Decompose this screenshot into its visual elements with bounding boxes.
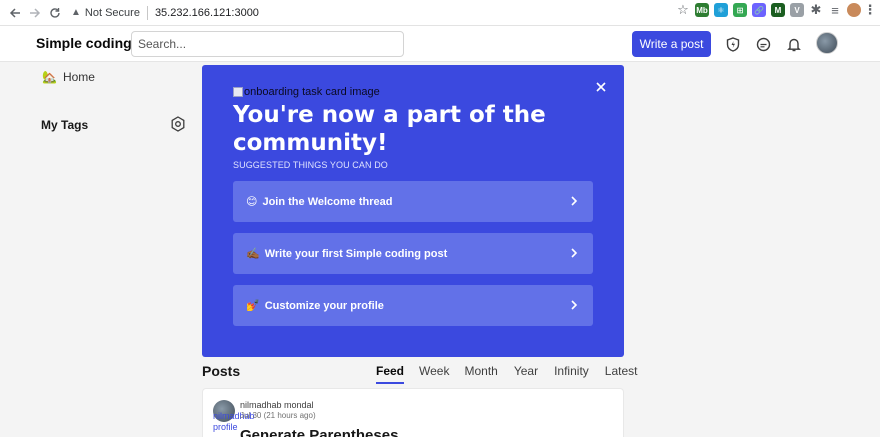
- my-tags-heading: My Tags: [41, 118, 89, 132]
- react-devtools-icon[interactable]: ⚛: [714, 3, 728, 17]
- task-label: Write your first Simple coding post: [264, 247, 448, 260]
- home-icon: 🏡: [42, 70, 57, 84]
- tab-month[interactable]: Month: [464, 364, 497, 384]
- puzzle-extensions-icon[interactable]: ✱: [809, 2, 823, 17]
- sidebar-item-label: Home: [62, 70, 95, 84]
- browser-menu-icon[interactable]: ⋮: [864, 2, 877, 17]
- link-extension-icon[interactable]: 🔗: [752, 3, 766, 17]
- tab-feed[interactable]: Feed: [376, 364, 405, 384]
- nail-polish-emoji-icon: 💅: [246, 300, 260, 312]
- app-header: Simple coding Write a post: [0, 26, 880, 62]
- tab-latest[interactable]: Latest: [605, 364, 638, 384]
- bookmark-star-icon[interactable]: ☆: [676, 2, 690, 17]
- mb-extension-icon[interactable]: Mb: [695, 3, 709, 17]
- notifications-bell-icon[interactable]: [786, 36, 802, 52]
- browser-toolbar: ▲ Not Secure 35.232.166.121:3000 ☆ Mb ⚛ …: [0, 0, 880, 26]
- tab-week[interactable]: Week: [419, 364, 449, 384]
- post-date: Jul 30 (21 hours ago): [240, 411, 316, 420]
- write-post-button[interactable]: Write a post: [632, 31, 711, 57]
- gear-icon[interactable]: [170, 116, 186, 132]
- connect-chat-icon[interactable]: [755, 36, 771, 52]
- brand-logo[interactable]: Simple coding: [36, 35, 132, 51]
- onboarding-image: onboarding task card image: [233, 86, 380, 98]
- writing-hand-emoji-icon: ✍🏾: [246, 248, 260, 260]
- address-divider: [146, 5, 148, 20]
- extensions-bar: ☆ Mb ⚛ ⊞ 🔗 M V ✱ ≡ ⋮: [676, 2, 877, 18]
- onboarding-task-card: onboarding task card image You're now a …: [202, 65, 624, 357]
- task-label: Join the Welcome thread: [262, 195, 393, 208]
- forward-arrow-icon[interactable]: [25, 3, 45, 23]
- search-input[interactable]: [131, 31, 404, 57]
- warning-icon: ▲: [71, 7, 81, 18]
- tab-year[interactable]: Year: [514, 364, 538, 384]
- reading-list-icon[interactable]: ≡: [828, 3, 842, 18]
- back-arrow-icon[interactable]: [5, 3, 25, 23]
- reload-icon[interactable]: [45, 3, 65, 23]
- feed-tabs: Feed Week Month Year Infinity Latest: [376, 364, 637, 384]
- onboarding-title: You're now a part of the community!: [233, 102, 546, 156]
- onboarding-subtitle: SUGGESTED THINGS YOU CAN DO: [233, 160, 388, 170]
- address-bar[interactable]: ▲ Not Secure 35.232.166.121:3000: [71, 3, 259, 23]
- task-customize-profile[interactable]: 💅 Customize your profile: [233, 285, 593, 326]
- chevron-right-icon: [571, 196, 578, 206]
- task-write-first-post[interactable]: ✍🏾 Write your first Simple coding post: [233, 233, 593, 274]
- grid-extension-icon[interactable]: ⊞: [733, 3, 747, 17]
- chevron-right-icon: [571, 248, 578, 258]
- posts-heading: Posts: [202, 363, 241, 379]
- task-label: Customize your profile: [264, 299, 384, 312]
- m-extension-icon[interactable]: M: [771, 3, 785, 17]
- shield-icon[interactable]: [725, 36, 741, 52]
- broken-image-icon: [233, 87, 243, 97]
- user-avatar[interactable]: [816, 32, 838, 54]
- address-text: 35.232.166.121:3000: [154, 6, 259, 19]
- profile-avatar-icon[interactable]: [847, 3, 861, 17]
- v-extension-icon[interactable]: V: [790, 3, 804, 17]
- smile-emoji-icon: 😊: [246, 196, 258, 208]
- post-card[interactable]: nilmadhab profile nilmadhab mondal Jul 3…: [202, 388, 624, 437]
- security-label: Not Secure: [84, 6, 140, 19]
- sidebar-item-home[interactable]: 🏡 Home: [42, 70, 95, 84]
- close-icon[interactable]: [594, 80, 608, 94]
- tab-infinity[interactable]: Infinity: [554, 364, 589, 384]
- task-join-welcome-thread[interactable]: 😊 Join the Welcome thread: [233, 181, 593, 222]
- post-title[interactable]: Generate Parentheses: [240, 427, 398, 437]
- post-author[interactable]: nilmadhab mondal: [240, 400, 314, 410]
- onboarding-image-alt: onboarding task card image: [244, 86, 380, 98]
- chevron-right-icon: [571, 300, 578, 310]
